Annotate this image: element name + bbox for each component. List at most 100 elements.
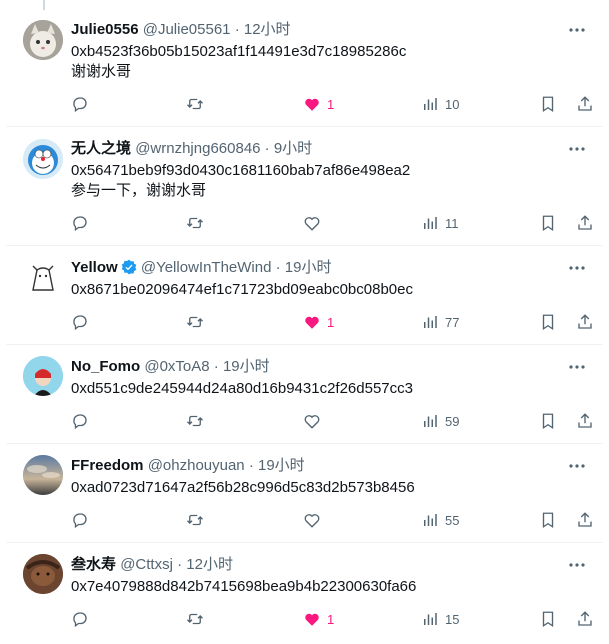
reply-button[interactable] <box>71 312 89 332</box>
reply-icon <box>73 513 87 529</box>
retweet-button[interactable] <box>186 213 204 233</box>
handle[interactable]: @0xToA8 <box>144 358 209 375</box>
display-name[interactable]: FFreedom <box>71 457 144 474</box>
tweet[interactable]: FFreedom @ohzhouyuan · 19小时 0xad0723d716… <box>6 444 603 543</box>
more-icon[interactable] <box>567 20 587 40</box>
handle[interactable]: @Cttxsj <box>120 556 173 573</box>
separator: · <box>275 259 281 276</box>
views-button[interactable]: 59 <box>421 411 459 431</box>
view-count: 77 <box>445 314 460 330</box>
more-icon[interactable] <box>567 456 587 476</box>
handle[interactable]: @YellowInTheWind <box>141 259 272 276</box>
tweet-header: No_Fomo @0xToA8 · 19小时 <box>71 357 270 377</box>
more-icon[interactable] <box>567 357 587 377</box>
share-button[interactable] <box>576 312 594 332</box>
retweet-button[interactable] <box>186 510 204 530</box>
more-icon[interactable] <box>567 258 587 278</box>
bookmark-button[interactable] <box>539 312 557 332</box>
tweet-text: 0xad0723d71647a2f56b28c996d5c83d2b573b84… <box>71 479 415 496</box>
view-count: 10 <box>445 96 460 112</box>
separator: · <box>213 358 219 375</box>
share-button[interactable] <box>576 213 594 233</box>
retweet-button[interactable] <box>186 94 204 114</box>
more-icon[interactable] <box>567 555 587 575</box>
avatar[interactable] <box>23 554 63 594</box>
share-button[interactable] <box>576 94 594 114</box>
retweet-button[interactable] <box>186 609 204 629</box>
like-button[interactable]: 1 <box>303 609 334 629</box>
like-button[interactable] <box>303 510 321 530</box>
handle[interactable]: @wrnzhjng660846 <box>135 140 260 157</box>
more-icon[interactable] <box>567 139 587 159</box>
views-button[interactable]: 55 <box>421 510 459 530</box>
action-bar: 59 <box>71 411 593 431</box>
bookmark-button[interactable] <box>539 94 557 114</box>
display-name[interactable]: Yellow <box>71 259 118 276</box>
verified-badge-icon <box>121 259 137 275</box>
views-icon <box>424 415 437 427</box>
like-icon <box>305 98 319 111</box>
avatar[interactable] <box>23 139 63 179</box>
reply-button[interactable] <box>71 510 89 530</box>
tweet[interactable]: Julie0556 @Julie05561 · 12小时 0xb4523f36b… <box>6 10 603 127</box>
timestamp[interactable]: 12小时 <box>244 21 291 38</box>
bookmark-icon <box>542 413 554 430</box>
retweet-button[interactable] <box>186 411 204 431</box>
views-button[interactable]: 11 <box>421 213 459 233</box>
handle[interactable]: @Julie05561 <box>143 21 231 38</box>
view-count: 59 <box>445 413 460 429</box>
avatar[interactable] <box>23 356 63 396</box>
separator: · <box>234 21 240 38</box>
share-button[interactable] <box>576 609 594 629</box>
view-count: 15 <box>445 611 460 627</box>
tweet[interactable]: 无人之境 @wrnzhjng660846 · 9小时 0x56471beb9f9… <box>6 127 603 246</box>
bookmark-button[interactable] <box>539 411 557 431</box>
like-button[interactable] <box>303 411 321 431</box>
tweet[interactable]: 叁水寿 @Cttxsj · 12小时 0x7e4079888d842b74156… <box>6 543 603 644</box>
bookmark-icon <box>542 96 554 113</box>
tweet-text: 0xd551c9de245944d24a80d16b9431c2f26d557c… <box>71 380 413 397</box>
reply-button[interactable] <box>71 609 89 629</box>
bookmark-button[interactable] <box>539 609 557 629</box>
like-icon <box>304 415 320 429</box>
avatar[interactable] <box>23 455 63 495</box>
share-button[interactable] <box>576 510 594 530</box>
tweet-header: 无人之境 @wrnzhjng660846 · 9小时 <box>71 139 312 159</box>
reply-icon <box>73 216 87 232</box>
timestamp[interactable]: 19小时 <box>223 358 270 375</box>
action-bar: 1 10 <box>71 94 593 114</box>
views-button[interactable]: 10 <box>421 94 459 114</box>
tweet[interactable]: Yellow @YellowInTheWind · 19小时 0x8671be0… <box>6 246 603 345</box>
share-button[interactable] <box>576 411 594 431</box>
share-icon <box>578 413 592 428</box>
bookmark-button[interactable] <box>539 213 557 233</box>
like-button[interactable]: 1 <box>303 94 334 114</box>
views-button[interactable]: 77 <box>421 312 459 332</box>
timestamp[interactable]: 19小时 <box>258 457 305 474</box>
display-name[interactable]: No_Fomo <box>71 358 140 375</box>
separator: · <box>264 140 270 157</box>
separator: · <box>177 556 183 573</box>
avatar[interactable] <box>23 20 63 60</box>
display-name[interactable]: 叁水寿 <box>71 556 116 573</box>
like-button[interactable] <box>303 213 321 233</box>
reply-button[interactable] <box>71 94 89 114</box>
tweet-text: 谢谢水哥 <box>71 63 132 80</box>
display-name[interactable]: 无人之境 <box>71 140 131 157</box>
tweet[interactable]: No_Fomo @0xToA8 · 19小时 0xd551c9de245944d… <box>6 345 603 444</box>
like-button[interactable]: 1 <box>303 312 334 332</box>
bookmark-button[interactable] <box>539 510 557 530</box>
timestamp[interactable]: 12小时 <box>186 556 233 573</box>
avatar[interactable] <box>23 258 63 298</box>
view-count: 55 <box>445 512 460 528</box>
views-button[interactable]: 15 <box>421 609 459 629</box>
retweet-button[interactable] <box>186 312 204 332</box>
timestamp[interactable]: 9小时 <box>274 140 312 157</box>
timestamp[interactable]: 19小时 <box>285 259 332 276</box>
action-bar: 55 <box>71 510 593 530</box>
display-name[interactable]: Julie0556 <box>71 21 139 38</box>
reply-button[interactable] <box>71 213 89 233</box>
handle[interactable]: @ohzhouyuan <box>148 457 245 474</box>
reply-button[interactable] <box>71 411 89 431</box>
bookmark-icon <box>542 512 554 529</box>
